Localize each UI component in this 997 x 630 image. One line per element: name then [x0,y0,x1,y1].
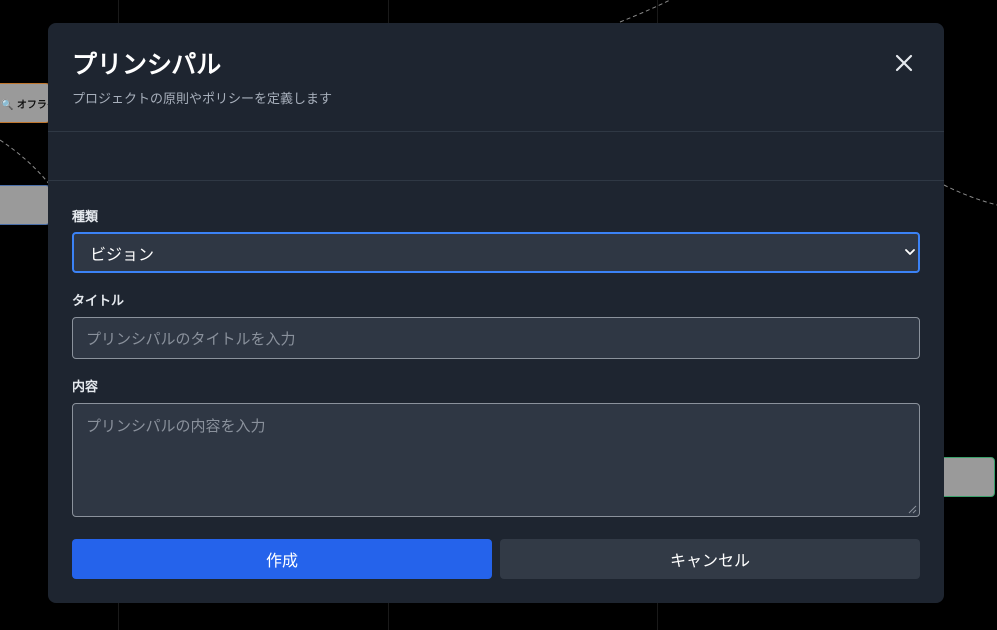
resize-grip-icon[interactable] [908,505,917,514]
close-button[interactable] [890,49,918,77]
type-label: 種類 [72,210,99,225]
background-node[interactable] [0,185,50,225]
dialog-header: プリンシパル プロジェクトの原則やポリシーを定義します [48,23,944,132]
content-label: 内容 [72,380,99,395]
create-button[interactable]: 作成 [72,539,492,579]
chevron-down-icon [905,249,915,255]
dialog-toolbar-area [48,132,944,181]
title-input-placeholder: プリンシパルのタイトルを入力 [86,329,296,348]
cancel-button[interactable]: キャンセル [500,539,920,579]
principle-dialog: プリンシパル プロジェクトの原則やポリシーを定義します 種類 ビジョン タイトル… [48,23,944,603]
type-select-value: ビジョン [90,244,155,264]
title-label: タイトル [72,294,125,309]
content-textarea[interactable]: プリンシパルの内容を入力 [72,403,920,517]
dialog-subtitle: プロジェクトの原則やポリシーを定義します [72,92,333,107]
background-node[interactable]: 🔍 オフライ [0,83,57,123]
background-node[interactable] [940,457,995,497]
title-input[interactable]: プリンシパルのタイトルを入力 [72,317,920,359]
dialog-title: プリンシパル [72,50,222,79]
close-icon [895,54,913,72]
type-select[interactable]: ビジョン [72,232,920,273]
content-textarea-placeholder: プリンシパルの内容を入力 [86,417,266,435]
